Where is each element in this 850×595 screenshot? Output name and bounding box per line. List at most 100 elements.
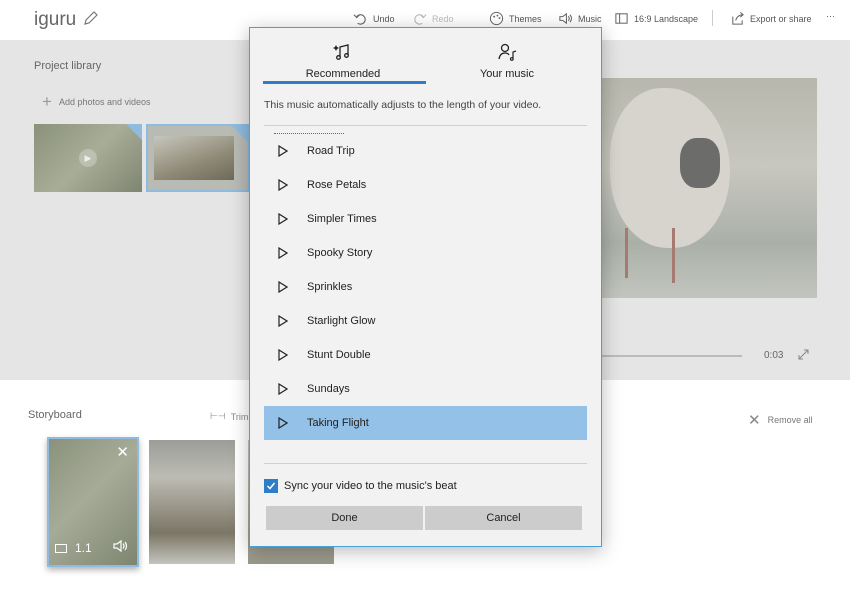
redo-label: Redo: [432, 13, 454, 24]
preview-image-detail: [680, 138, 720, 188]
scrolled-song-remnant: [274, 133, 344, 136]
music-dialog: Recommended Your music This music automa…: [249, 27, 602, 547]
trim-button[interactable]: ⊢⊣ Trim: [210, 411, 248, 422]
play-icon: ▶: [79, 149, 97, 167]
dialog-description: This music automatically adjusts to the …: [264, 99, 542, 111]
app-title: iguru: [34, 9, 77, 30]
clip-duration[interactable]: 1.1: [55, 541, 92, 555]
sync-beat-checkbox[interactable]: [264, 479, 278, 493]
person-music-icon: [498, 43, 517, 61]
song-item[interactable]: Sundays: [264, 372, 587, 406]
sync-beat-label: Sync your video to the music's beat: [284, 480, 457, 492]
song-name: Rose Petals: [307, 179, 367, 191]
storyboard-title: Storyboard: [28, 409, 82, 421]
tab-recommended-label: Recommended: [305, 68, 381, 80]
play-icon[interactable]: [278, 417, 288, 429]
more-icon: ···: [826, 11, 835, 21]
song-name: Stunt Double: [307, 349, 371, 361]
song-item[interactable]: Sprinkles: [264, 270, 587, 304]
remove-clip-icon[interactable]: ✕: [116, 443, 129, 461]
palette-icon: [489, 11, 504, 26]
trim-icon: ⊢⊣: [210, 411, 226, 421]
song-name: Starlight Glow: [307, 315, 376, 327]
music-button[interactable]: Music: [558, 11, 602, 26]
play-icon[interactable]: [278, 349, 288, 361]
remove-all-button[interactable]: ✕ Remove all: [748, 411, 813, 429]
redo-button[interactable]: Redo: [412, 11, 454, 26]
music-notes-sparkle-icon: [333, 44, 349, 60]
sync-beat-option[interactable]: Sync your video to the music's beat: [264, 479, 457, 493]
storyboard-card[interactable]: ✕ 1.1: [47, 437, 139, 567]
play-icon[interactable]: [278, 247, 288, 259]
clip-duration-value: 1.1: [75, 541, 92, 555]
song-name: Simpler Times: [307, 213, 377, 225]
library-thumbnail[interactable]: ▶: [34, 124, 142, 192]
export-label: Export or share: [750, 13, 812, 24]
storyboard-card[interactable]: [149, 440, 235, 564]
song-name: Taking Flight: [307, 417, 369, 429]
undo-icon: [353, 14, 366, 25]
playback-scrubber[interactable]: [602, 355, 742, 357]
add-photos-label: Add photos and videos: [58, 96, 151, 107]
song-item[interactable]: Road Trip: [264, 134, 587, 168]
undo-button[interactable]: Undo: [353, 11, 395, 26]
volume-icon[interactable]: [113, 539, 129, 553]
song-item[interactable]: Simpler Times: [264, 202, 587, 236]
themes-label: Themes: [509, 13, 542, 24]
play-icon[interactable]: [278, 315, 288, 327]
plus-icon: +: [42, 92, 52, 111]
done-button[interactable]: Done: [266, 506, 423, 530]
trim-label: Trim: [230, 411, 249, 422]
close-icon: ✕: [748, 412, 761, 429]
export-button[interactable]: Export or share: [730, 11, 812, 26]
divider: [264, 463, 587, 464]
aspect-ratio-button[interactable]: 16:9 Landscape: [614, 11, 698, 26]
aspect-ratio-label: 16:9 Landscape: [634, 13, 699, 24]
song-item[interactable]: Starlight Glow: [264, 304, 587, 338]
song-item[interactable]: Stunt Double: [264, 338, 587, 372]
play-icon[interactable]: [278, 281, 288, 293]
add-photos-button[interactable]: + Add photos and videos: [42, 93, 151, 110]
thumbnail-image: [154, 136, 234, 180]
song-item-selected[interactable]: Taking Flight: [264, 406, 587, 440]
themes-button[interactable]: Themes: [489, 11, 542, 26]
in-use-corner-marker: [126, 124, 142, 140]
undo-label: Undo: [373, 13, 395, 24]
more-options-button[interactable]: ···: [826, 11, 835, 21]
project-library-title: Project library: [34, 60, 102, 72]
in-use-corner-marker: [232, 126, 248, 142]
song-name: Road Trip: [307, 145, 355, 157]
checkmark-icon: [266, 482, 276, 490]
preview-image-detail: [625, 228, 628, 278]
aspect-ratio-icon: [615, 13, 628, 24]
redo-icon: [414, 14, 427, 25]
tab-your-music[interactable]: Your music: [426, 42, 588, 80]
tab-recommended[interactable]: Recommended: [262, 42, 424, 80]
song-list[interactable]: Road Trip Rose Petals Simpler Times Spoo…: [264, 134, 587, 458]
play-icon[interactable]: [278, 145, 288, 157]
song-item[interactable]: Spooky Story: [264, 236, 587, 270]
tab-your-music-label: Your music: [479, 68, 534, 80]
share-icon: [732, 12, 744, 25]
song-name: Spooky Story: [307, 247, 373, 259]
play-icon[interactable]: [278, 383, 288, 395]
toolbar-divider: [712, 10, 713, 26]
preview-image-detail: [672, 228, 675, 283]
tab-selected-indicator: [263, 81, 426, 84]
library-thumbnail[interactable]: [146, 124, 250, 192]
play-icon[interactable]: [278, 213, 288, 225]
remove-all-label: Remove all: [767, 415, 813, 425]
song-name: Sprinkles: [307, 281, 353, 293]
music-label: Music: [578, 13, 602, 24]
play-icon[interactable]: [278, 179, 288, 191]
speaker-icon: [559, 12, 573, 25]
expand-icon[interactable]: [797, 348, 810, 361]
song-item[interactable]: Rose Petals: [264, 168, 587, 202]
divider: [264, 125, 587, 126]
duration-icon: [55, 543, 67, 553]
pencil-icon[interactable]: [83, 10, 99, 26]
playback-time: 0:03: [764, 350, 784, 361]
cancel-button[interactable]: Cancel: [425, 506, 582, 530]
song-name: Sundays: [307, 383, 350, 395]
video-preview[interactable]: [600, 78, 817, 298]
